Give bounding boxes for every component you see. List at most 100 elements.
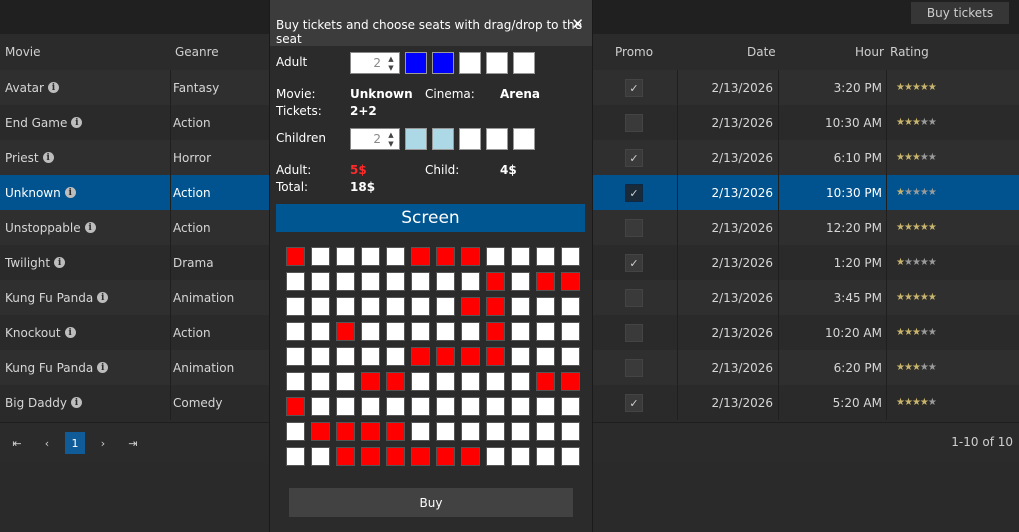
seat-free[interactable]: [561, 247, 580, 266]
children-count-stepper[interactable]: 2 ▲ ▼: [350, 128, 400, 150]
info-icon[interactable]: i: [97, 292, 109, 303]
seat-free[interactable]: [436, 297, 455, 316]
seat-taken[interactable]: [461, 447, 480, 466]
column-header-promo[interactable]: Promo: [615, 45, 653, 59]
promo-checkbox[interactable]: ✓: [625, 184, 643, 202]
info-icon[interactable]: i: [84, 222, 96, 233]
promo-checkbox[interactable]: [625, 324, 643, 342]
seat-free[interactable]: [286, 322, 305, 341]
seat-free[interactable]: [536, 322, 555, 341]
page-1-button[interactable]: 1: [65, 432, 85, 454]
seat-free[interactable]: [386, 347, 405, 366]
promo-checkbox[interactable]: [625, 359, 643, 377]
seat-free[interactable]: [436, 272, 455, 291]
last-page-button[interactable]: ⇥: [122, 432, 144, 454]
seat-free[interactable]: [361, 297, 380, 316]
seat-free[interactable]: [486, 372, 505, 391]
seat-taken[interactable]: [411, 447, 430, 466]
seat-free[interactable]: [361, 247, 380, 266]
seat-free[interactable]: [536, 247, 555, 266]
seat-taken[interactable]: [561, 372, 580, 391]
seat-free[interactable]: [461, 322, 480, 341]
promo-checkbox[interactable]: ✓: [625, 394, 643, 412]
promo-checkbox[interactable]: [625, 289, 643, 307]
column-header-genre[interactable]: Geanre: [175, 45, 219, 59]
seat-taken[interactable]: [486, 347, 505, 366]
seat-free[interactable]: [436, 422, 455, 441]
info-icon[interactable]: i: [97, 362, 109, 373]
seat-free[interactable]: [511, 247, 530, 266]
info-icon[interactable]: i: [42, 152, 54, 163]
seat-free[interactable]: [536, 422, 555, 441]
seat-free[interactable]: [561, 397, 580, 416]
promo-checkbox[interactable]: ✓: [625, 254, 643, 272]
seat-free[interactable]: [536, 447, 555, 466]
seat-free[interactable]: [511, 347, 530, 366]
seat-free[interactable]: [511, 297, 530, 316]
seat-free[interactable]: [311, 322, 330, 341]
promo-checkbox[interactable]: ✓: [625, 149, 643, 167]
seat-free[interactable]: [536, 347, 555, 366]
seat-taken[interactable]: [286, 397, 305, 416]
ticket-slot[interactable]: [513, 52, 535, 74]
seat-free[interactable]: [561, 447, 580, 466]
seat-free[interactable]: [461, 422, 480, 441]
seat-free[interactable]: [536, 297, 555, 316]
seat-free[interactable]: [461, 397, 480, 416]
seat-taken[interactable]: [536, 372, 555, 391]
seat-free[interactable]: [511, 397, 530, 416]
seat-taken[interactable]: [361, 372, 380, 391]
prev-page-button[interactable]: ‹: [36, 432, 58, 454]
seat-free[interactable]: [311, 447, 330, 466]
promo-checkbox[interactable]: ✓: [625, 79, 643, 97]
seat-free[interactable]: [311, 347, 330, 366]
stepper-down-icon[interactable]: ▼: [385, 63, 397, 72]
seat-taken[interactable]: [336, 422, 355, 441]
seat-free[interactable]: [361, 272, 380, 291]
stepper-down-icon[interactable]: ▼: [385, 139, 397, 148]
seat-free[interactable]: [436, 372, 455, 391]
seat-free[interactable]: [386, 322, 405, 341]
seat-taken[interactable]: [436, 247, 455, 266]
seat-free[interactable]: [336, 247, 355, 266]
seat-taken[interactable]: [461, 347, 480, 366]
seat-free[interactable]: [411, 297, 430, 316]
seat-free[interactable]: [311, 297, 330, 316]
adult-count-stepper[interactable]: 2 ▲ ▼: [350, 52, 400, 74]
seat-free[interactable]: [286, 347, 305, 366]
seat-free[interactable]: [561, 422, 580, 441]
seat-free[interactable]: [561, 297, 580, 316]
column-header-rating[interactable]: Rating: [890, 45, 929, 59]
column-header-movie[interactable]: Movie: [5, 45, 41, 59]
seat-free[interactable]: [311, 372, 330, 391]
seat-taken[interactable]: [336, 447, 355, 466]
seat-free[interactable]: [286, 272, 305, 291]
next-page-button[interactable]: ›: [92, 432, 114, 454]
seat-free[interactable]: [436, 322, 455, 341]
seat-free[interactable]: [386, 397, 405, 416]
info-icon[interactable]: i: [70, 397, 82, 408]
seat-free[interactable]: [411, 322, 430, 341]
seat-taken[interactable]: [336, 322, 355, 341]
stepper-up-icon[interactable]: ▲: [385, 130, 397, 139]
seat-free[interactable]: [536, 397, 555, 416]
seat-free[interactable]: [336, 397, 355, 416]
seat-taken[interactable]: [436, 447, 455, 466]
seat-free[interactable]: [311, 272, 330, 291]
seat-taken[interactable]: [486, 297, 505, 316]
ticket-slot[interactable]: [459, 52, 481, 74]
seat-taken[interactable]: [386, 447, 405, 466]
seat-free[interactable]: [461, 272, 480, 291]
seat-free[interactable]: [561, 347, 580, 366]
ticket-slot[interactable]: [513, 128, 535, 150]
seat-free[interactable]: [511, 422, 530, 441]
column-header-hour[interactable]: Hour: [855, 45, 884, 59]
seat-free[interactable]: [436, 397, 455, 416]
seat-taken[interactable]: [561, 272, 580, 291]
seat-free[interactable]: [286, 372, 305, 391]
promo-checkbox[interactable]: [625, 219, 643, 237]
info-icon[interactable]: i: [47, 82, 59, 93]
seat-free[interactable]: [411, 422, 430, 441]
seat-free[interactable]: [411, 397, 430, 416]
stepper-up-icon[interactable]: ▲: [385, 54, 397, 63]
